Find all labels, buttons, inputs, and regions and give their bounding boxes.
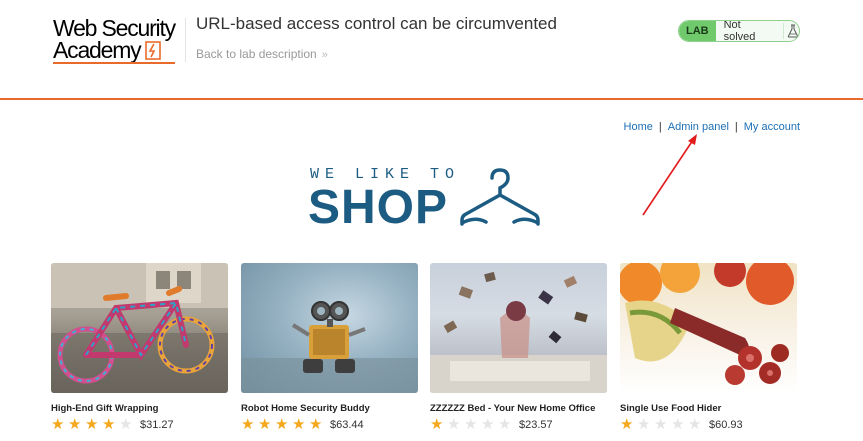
back-to-lab-description-link[interactable]: Back to lab description » [196, 47, 328, 61]
lab-badge: LAB [679, 21, 716, 41]
nav-separator: | [658, 121, 662, 133]
product-price: $60.93 [709, 418, 743, 431]
nav-my-account-link[interactable]: My account [744, 121, 800, 133]
star-rating: ★ ★ ★ ★ ★ [620, 417, 705, 432]
product-name[interactable]: Robot Home Security Buddy [241, 403, 418, 414]
back-link-label: Back to lab description [196, 47, 317, 61]
top-nav: Home | Admin panel | My account [624, 121, 800, 133]
knitted-bicycle-photo[interactable] [51, 263, 228, 393]
star-icon: ★ [292, 416, 306, 433]
star-icon: ★ [258, 416, 272, 433]
nav-separator: | [734, 121, 738, 133]
star-icon: ★ [671, 416, 685, 433]
star-icon: ★ [68, 416, 82, 433]
star-icon: ★ [309, 416, 323, 433]
product-price: $63.44 [330, 418, 364, 431]
robot-toy-photo[interactable] [241, 263, 418, 393]
star-icon: ★ [481, 416, 495, 433]
header-divider [185, 18, 186, 62]
star-icon: ★ [119, 416, 133, 433]
star-icon: ★ [85, 416, 99, 433]
star-icon: ★ [447, 416, 461, 433]
star-icon: ★ [430, 416, 444, 433]
star-icon: ★ [241, 416, 255, 433]
web-security-academy-logo[interactable]: Web Security Academy [53, 17, 185, 69]
star-rating: ★ ★ ★ ★ ★ [430, 417, 515, 432]
star-rating: ★ ★ ★ ★ ★ [241, 417, 326, 432]
logo-underline [53, 62, 175, 64]
product-name[interactable]: Single Use Food Hider [620, 403, 797, 414]
banner-word: SHOP [308, 181, 449, 234]
lab-header: Web Security Academy URL-based access co… [0, 0, 863, 100]
star-icon: ★ [275, 416, 289, 433]
logo-bolt-icon [145, 40, 162, 60]
flask-icon [783, 23, 799, 39]
hanger-icon [460, 168, 540, 226]
product-card[interactable]: ZZZZZZ Bed - Your New Home Office ★ ★ ★ ★ ★ … [430, 263, 607, 432]
product-price: $23.57 [519, 418, 553, 431]
star-icon: ★ [498, 416, 512, 433]
star-icon: ★ [464, 416, 478, 433]
star-rating: ★ ★ ★ ★ ★ [51, 417, 136, 432]
shop-banner: WE LIKE TO SHOP [308, 164, 548, 234]
product-card[interactable]: Single Use Food Hider ★ ★ ★ ★ ★ $60.93 [620, 263, 797, 432]
product-card[interactable]: High-End Gift Wrapping ★ ★ ★ ★ ★ $31.27 [51, 263, 228, 432]
logo-line1: Web Security [53, 15, 176, 41]
product-card[interactable]: Robot Home Security Buddy ★ ★ ★ ★ ★ $63.44 [241, 263, 418, 432]
nav-home-link[interactable]: Home [624, 121, 653, 133]
product-price: $31.27 [140, 418, 174, 431]
lab-status-widget: LAB Not solved [678, 20, 800, 42]
star-icon: ★ [102, 416, 116, 433]
lab-title: URL-based access control can be circumve… [196, 14, 557, 33]
product-name[interactable]: ZZZZZZ Bed - Your New Home Office [430, 403, 607, 414]
logo-line2: Academy [53, 37, 142, 63]
star-icon: ★ [51, 416, 65, 433]
nav-admin-panel-link[interactable]: Admin panel [668, 121, 729, 133]
star-icon: ★ [688, 416, 702, 433]
sausage-fruit-photo[interactable] [620, 263, 797, 393]
star-icon: ★ [637, 416, 651, 433]
star-icon: ★ [620, 416, 634, 433]
lab-status-text: Not solved [723, 20, 756, 42]
product-name[interactable]: High-End Gift Wrapping [51, 403, 228, 414]
double-chevron-right-icon: » [321, 49, 328, 61]
star-icon: ★ [654, 416, 668, 433]
flying-books-bed-photo[interactable] [430, 263, 607, 393]
